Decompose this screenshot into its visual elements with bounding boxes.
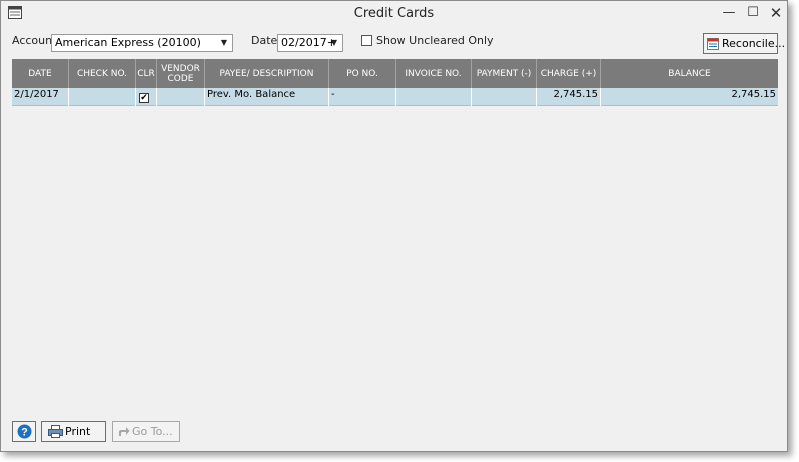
column-header-charge[interactable]: CHARGE (+) (537, 59, 601, 88)
cell-date: 2/1/2017 (12, 88, 69, 106)
cell-charge: 2,745.15 (537, 88, 601, 106)
cell-vendor-code (157, 88, 205, 106)
column-header-payee[interactable]: PAYEE/ DESCRIPTION (205, 59, 329, 88)
cell-payment (472, 88, 537, 106)
show-uncleared-label: Show Uncleared Only (376, 34, 494, 47)
maximize-button[interactable]: ☐ (742, 3, 764, 23)
account-label: Account (12, 34, 57, 47)
date-select[interactable]: 02/2017+ ▼ (277, 34, 343, 52)
window-title: Credit Cards (353, 6, 435, 21)
print-button[interactable]: Print (41, 421, 106, 442)
help-button[interactable]: ? (12, 421, 36, 442)
column-header-payment[interactable]: PAYMENT (-) (472, 59, 537, 88)
cell-payee: Prev. Mo. Balance (205, 88, 329, 106)
arrow-forward-icon (119, 427, 130, 436)
chevron-down-icon[interactable]: ▼ (328, 35, 340, 51)
show-uncleared-checkbox[interactable] (361, 35, 372, 46)
table-row[interactable]: 2/1/2017 ✔ Prev. Mo. Balance - 2,745.15 … (12, 88, 778, 106)
column-header-balance[interactable]: BALANCE (601, 59, 778, 88)
column-header-po-no[interactable]: PO NO. (329, 59, 396, 88)
cell-po-no: - (329, 88, 396, 106)
date-label: Date (251, 34, 278, 47)
cell-invoice-no (396, 88, 472, 106)
column-header-date[interactable]: DATE (12, 59, 69, 88)
goto-button-label: Go To... (132, 425, 173, 438)
close-button[interactable]: ✕ (765, 3, 787, 23)
help-icon: ? (17, 424, 32, 439)
title-bar: Credit Cards — ☐ ✕ (1, 1, 787, 27)
column-header-invoice-no[interactable]: INVOICE NO. (396, 59, 472, 88)
column-header-vendor-code[interactable]: VENDOR CODE (157, 59, 205, 88)
printer-icon (48, 425, 63, 438)
transactions-grid: DATE CHECK NO. CLR VENDOR CODE PAYEE/ DE… (12, 59, 778, 106)
column-header-check-no[interactable]: CHECK NO. (69, 59, 136, 88)
reconcile-button[interactable]: Reconcile... (703, 33, 785, 54)
column-header-clr[interactable]: CLR (136, 59, 157, 88)
chevron-down-icon[interactable]: ▼ (218, 35, 230, 51)
cell-check-no (69, 88, 136, 106)
grid-header: DATE CHECK NO. CLR VENDOR CODE PAYEE/ DE… (12, 59, 778, 88)
cell-balance: 2,745.15 (731, 89, 776, 100)
reconcile-button-label: Reconcile... (722, 37, 786, 50)
credit-cards-window: Credit Cards — ☐ ✕ Account American Expr… (0, 0, 788, 452)
account-select-value: American Express (20100) (55, 36, 201, 49)
minimize-button[interactable]: — (718, 3, 740, 23)
print-button-label: Print (65, 425, 91, 438)
cell-clr: ✔ (136, 88, 157, 106)
reconcile-icon (707, 38, 719, 50)
help-icon-label: ? (21, 427, 28, 439)
cleared-checkbox[interactable]: ✔ (139, 93, 149, 103)
account-select[interactable]: American Express (20100) ▼ (51, 34, 233, 52)
goto-button[interactable]: Go To... (112, 421, 180, 442)
